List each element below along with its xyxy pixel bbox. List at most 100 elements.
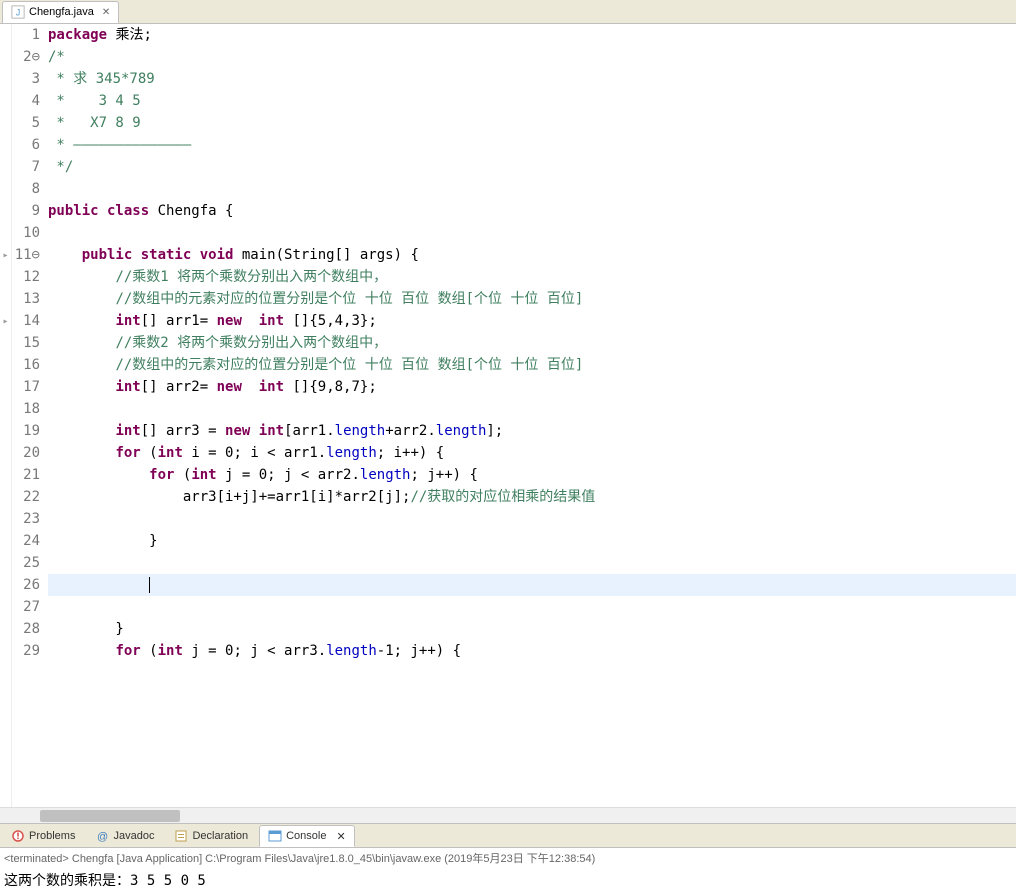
marker-slot: [0, 464, 11, 486]
declaration-icon: [174, 829, 188, 843]
marker-bar: ▸▸: [0, 24, 12, 807]
marker-slot: [0, 398, 11, 420]
marker-slot: [0, 508, 11, 530]
line-number: 27: [12, 596, 40, 618]
code-line[interactable]: }: [48, 618, 1016, 640]
code-line[interactable]: arr3[i+j]+=arr1[i]*arr2[j];//获取的对应位相乘的结果…: [48, 486, 1016, 508]
code-line[interactable]: [48, 596, 1016, 618]
code-line[interactable]: //乘数2 将两个乘数分别出入两个数组中，: [48, 332, 1016, 354]
marker-slot: [0, 288, 11, 310]
line-number: 15: [12, 332, 40, 354]
marker-slot: [0, 640, 11, 662]
code-line[interactable]: }: [48, 530, 1016, 552]
line-number: 20: [12, 442, 40, 464]
code-line[interactable]: [48, 552, 1016, 574]
marker-slot: [0, 46, 11, 68]
code-editor[interactable]: package 乘法;/* * 求 345*789 * 3 4 5 * X7 8…: [48, 24, 1016, 807]
line-number: 12: [12, 266, 40, 288]
code-line[interactable]: for (int i = 0; i < arr1.length; i++) {: [48, 442, 1016, 464]
line-number: 4: [12, 90, 40, 112]
code-line[interactable]: //乘数1 将两个乘数分别出入两个数组中，: [48, 266, 1016, 288]
marker-slot: [0, 266, 11, 288]
code-line[interactable]: int[] arr3 = new int[arr1.length+arr2.le…: [48, 420, 1016, 442]
marker-slot: [0, 90, 11, 112]
code-line[interactable]: [48, 222, 1016, 244]
editor-tab-chengfa[interactable]: J Chengfa.java ✕: [2, 1, 119, 23]
editor-area: ▸▸ 12⊖34567891011⊖1213141516171819202122…: [0, 24, 1016, 807]
horizontal-scrollbar[interactable]: [0, 807, 1016, 823]
tab-problems[interactable]: Problems: [2, 825, 84, 847]
scrollbar-thumb[interactable]: [40, 810, 180, 822]
line-number: 24: [12, 530, 40, 552]
svg-text:@: @: [97, 831, 108, 843]
code-line[interactable]: for (int j = 0; j < arr3.length-1; j++) …: [48, 640, 1016, 662]
code-line[interactable]: */: [48, 156, 1016, 178]
line-number: 11⊖: [12, 244, 40, 266]
marker-slot: [0, 178, 11, 200]
line-number: 28: [12, 618, 40, 640]
marker-slot: [0, 134, 11, 156]
code-line[interactable]: public class Chengfa {: [48, 200, 1016, 222]
marker-slot: [0, 156, 11, 178]
code-line[interactable]: int[] arr2= new int []{9,8,7};: [48, 376, 1016, 398]
marker-slot: [0, 618, 11, 640]
tab-declaration[interactable]: Declaration: [165, 825, 257, 847]
tab-console[interactable]: Console ✕: [259, 825, 355, 847]
code-line[interactable]: package 乘法;: [48, 24, 1016, 46]
marker-slot: [0, 112, 11, 134]
marker-slot: [0, 442, 11, 464]
console-status: <terminated> Chengfa [Java Application] …: [0, 848, 1016, 868]
code-line[interactable]: //数组中的元素对应的位置分别是个位 十位 百位 数组[个位 十位 百位]: [48, 288, 1016, 310]
console-output: 这两个数的乘积是：3 5 5 0 5: [0, 868, 1016, 892]
marker-slot: [0, 552, 11, 574]
code-line[interactable]: [48, 398, 1016, 420]
code-line[interactable]: [48, 508, 1016, 530]
line-number: 18: [12, 398, 40, 420]
code-line[interactable]: [48, 574, 1016, 596]
tab-javadoc-label: Javadoc: [113, 830, 154, 842]
code-line[interactable]: * 求 345*789: [48, 68, 1016, 90]
line-number: 29: [12, 640, 40, 662]
code-line[interactable]: int[] arr1= new int []{5,4,3};: [48, 310, 1016, 332]
marker-slot: [0, 68, 11, 90]
line-number: 3: [12, 68, 40, 90]
code-line[interactable]: for (int j = 0; j < arr2.length; j++) {: [48, 464, 1016, 486]
line-number: 9: [12, 200, 40, 222]
code-line[interactable]: * 3 4 5: [48, 90, 1016, 112]
editor-tab-filename: Chengfa.java: [29, 6, 94, 18]
marker-slot: [0, 222, 11, 244]
code-line[interactable]: //数组中的元素对应的位置分别是个位 十位 百位 数组[个位 十位 百位]: [48, 354, 1016, 376]
tab-javadoc[interactable]: @ Javadoc: [86, 825, 163, 847]
line-number: 26: [12, 574, 40, 596]
marker-slot: [0, 24, 11, 46]
line-number: 17: [12, 376, 40, 398]
code-line[interactable]: /*: [48, 46, 1016, 68]
line-number: 7: [12, 156, 40, 178]
marker-slot: [0, 332, 11, 354]
marker-slot: [0, 420, 11, 442]
console-icon: [268, 829, 282, 843]
line-number: 21: [12, 464, 40, 486]
code-line[interactable]: public static void main(String[] args) {: [48, 244, 1016, 266]
line-number: 1: [12, 24, 40, 46]
marker-slot: [0, 376, 11, 398]
marker-slot: [0, 486, 11, 508]
editor-tab-bar: J Chengfa.java ✕: [0, 0, 1016, 24]
code-line[interactable]: [48, 178, 1016, 200]
code-line[interactable]: * X7 8 9: [48, 112, 1016, 134]
bottom-panel: Problems @ Javadoc Declaration Console ✕…: [0, 823, 1016, 892]
marker-slot: ▸: [0, 310, 11, 332]
close-icon[interactable]: ✕: [336, 830, 345, 843]
marker-slot: [0, 596, 11, 618]
marker-slot: ▸: [0, 244, 11, 266]
line-number-gutter: 12⊖34567891011⊖1213141516171819202122232…: [12, 24, 48, 807]
tab-declaration-label: Declaration: [192, 830, 248, 842]
line-number: 10: [12, 222, 40, 244]
code-line[interactable]: * ——————————————: [48, 134, 1016, 156]
marker-slot: [0, 200, 11, 222]
marker-slot: [0, 530, 11, 552]
line-number: 14: [12, 310, 40, 332]
marker-slot: [0, 354, 11, 376]
close-icon[interactable]: ✕: [102, 7, 110, 18]
line-number: 16: [12, 354, 40, 376]
